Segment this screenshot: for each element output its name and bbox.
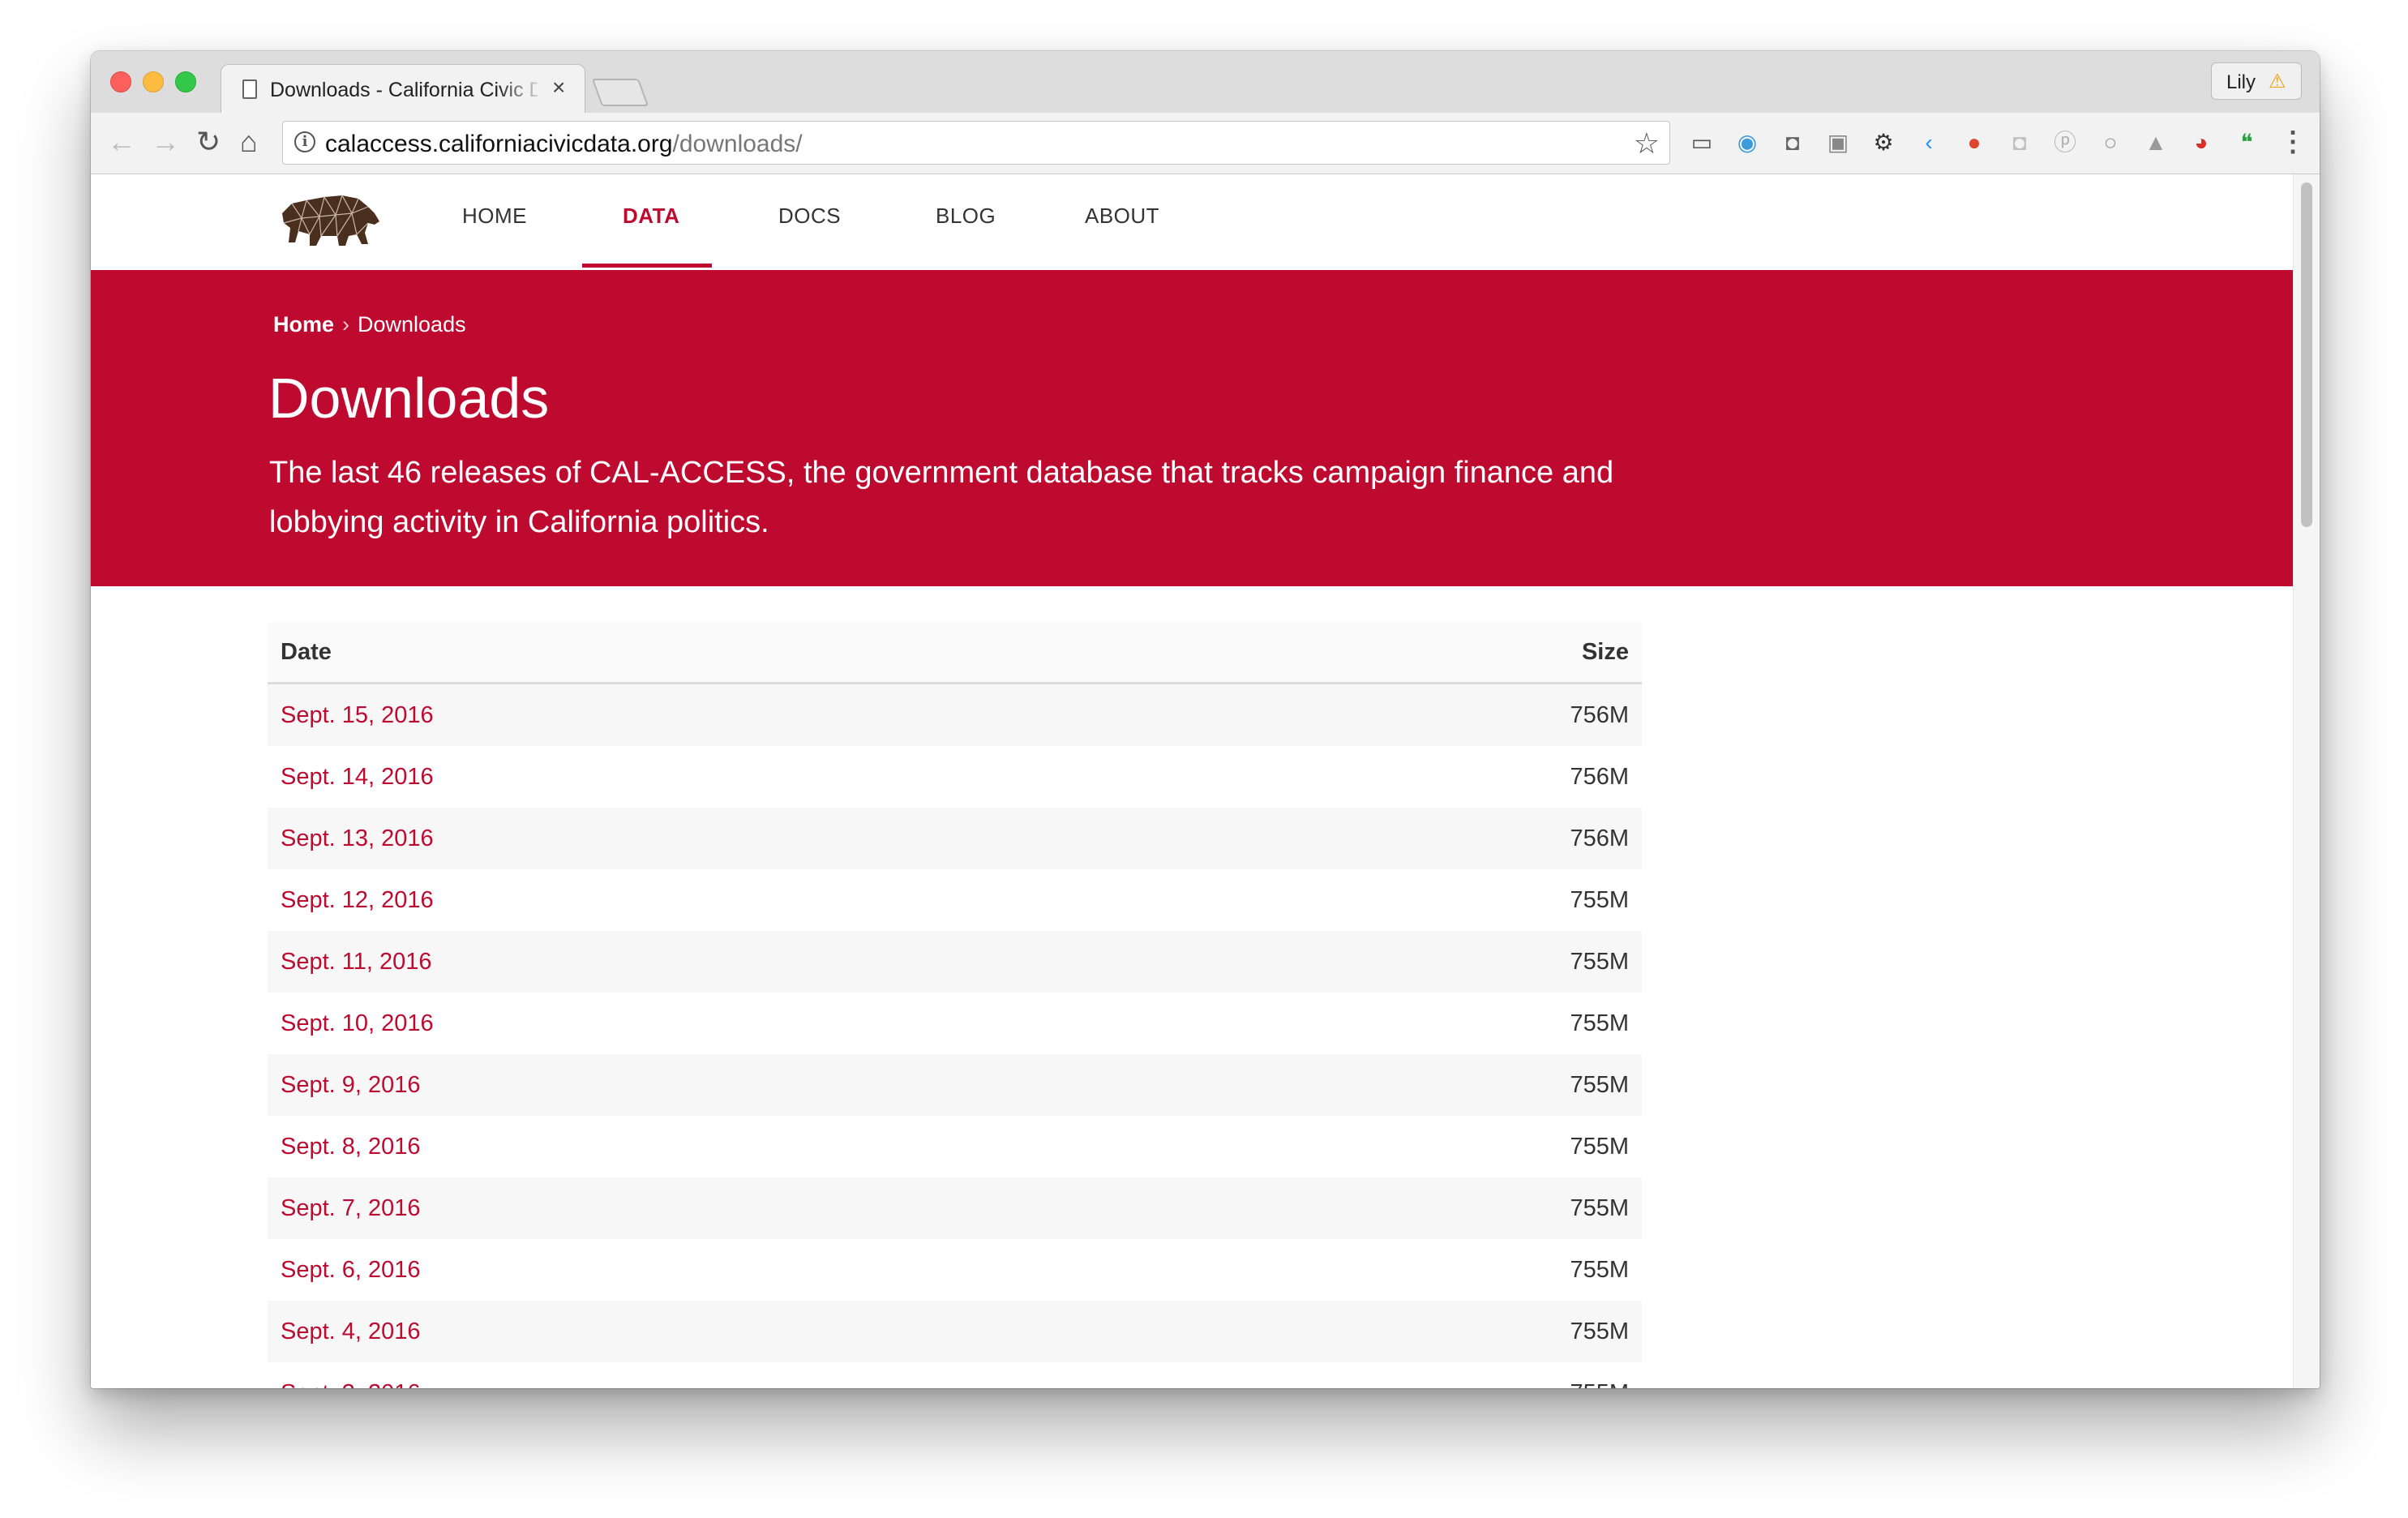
breadcrumb-home-link[interactable]: Home — [273, 312, 334, 337]
tab-title-fade — [497, 73, 546, 105]
nav-home-link[interactable]: HOME — [462, 204, 527, 229]
breadcrumb: Home › Downloads — [273, 312, 466, 337]
nav-docs-link[interactable]: DOCS — [778, 204, 841, 229]
menu-icon[interactable]: ⋮ — [2279, 126, 2307, 158]
new-tab-button[interactable] — [591, 79, 649, 106]
table-row: Sept. 13, 2016 756M — [268, 808, 1642, 869]
back-icon[interactable]: ← — [107, 124, 136, 160]
hangouts-icon[interactable]: ❝ — [2233, 129, 2260, 157]
breadcrumb-current: Downloads — [358, 312, 466, 337]
nav-about-link[interactable]: ABOUT — [1085, 204, 1159, 229]
forward-icon[interactable]: → — [151, 124, 180, 160]
download-date-link[interactable]: Sept. 7, 2016 — [268, 1177, 1201, 1239]
download-date-link[interactable]: Sept. 9, 2016 — [268, 1054, 1201, 1116]
gear-icon[interactable]: ⚙ — [1870, 129, 1897, 157]
download-date-link[interactable]: Sept. 11, 2016 — [268, 931, 1201, 993]
download-size: 755M — [1200, 1054, 1642, 1116]
size-column-header: Size — [1200, 622, 1642, 684]
active-nav-indicator — [582, 264, 712, 268]
download-size: 755M — [1200, 993, 1642, 1054]
download-size: 755M — [1200, 869, 1642, 931]
ring-icon[interactable]: ○ — [2097, 129, 2124, 157]
download-size: 755M — [1200, 1116, 1642, 1177]
table-row: Sept. 10, 2016 755M — [268, 993, 1642, 1054]
url-text[interactable]: calaccess.californiacivicdata.org/downlo… — [325, 131, 803, 158]
circle-extension-icon[interactable]: ◉ — [1733, 129, 1761, 157]
download-date-link[interactable]: Sept. 13, 2016 — [268, 808, 1201, 869]
download-size: 755M — [1200, 1301, 1642, 1362]
drive-icon[interactable]: ▲ — [2142, 129, 2170, 157]
chevron-left-icon[interactable]: ‹ — [1915, 129, 1943, 157]
page-icon — [242, 79, 257, 99]
window-maximize-button[interactable] — [175, 71, 196, 92]
table-body: Sept. 15, 2016 756M Sept. 14, 2016 756M Sept… — [268, 683, 1642, 1388]
table-row: Sept. 6, 2016 755M — [268, 1239, 1642, 1301]
profile-button[interactable]: Lily ⚠ — [2211, 62, 2302, 100]
camera-icon[interactable]: ◘ — [1779, 129, 1806, 157]
table-row: Sept. 3, 2016755M — [268, 1362, 1642, 1388]
title-bar: Downloads - California Civic Data × Lily… — [91, 51, 2320, 113]
window-close-button[interactable] — [110, 71, 131, 92]
dot-extension-icon[interactable]: ◕ — [2187, 129, 2215, 157]
download-size: 755M — [1200, 1177, 1642, 1239]
table-row: Sept. 8, 2016 755M — [268, 1116, 1642, 1177]
browser-toolbar: ← → ↻ ⌂ i calaccess.californiacivicdata.… — [91, 113, 2320, 174]
warning-icon: ⚠ — [2269, 71, 2286, 92]
download-date-link[interactable]: Sept. 4, 2016 — [268, 1301, 1201, 1362]
window-minimize-button[interactable] — [143, 71, 164, 92]
download-date-link[interactable]: Sept. 6, 2016 — [268, 1239, 1201, 1301]
nav-data-link[interactable]: DATA — [623, 204, 679, 229]
nav-blog-link[interactable]: BLOG — [936, 204, 996, 229]
address-bar[interactable]: i calaccess.californiacivicdata.org/down… — [282, 121, 1670, 165]
page-title: Downloads — [268, 367, 550, 430]
web-page: HOME DATA DOCS BLOG ABOUT Home › Downloads… — [91, 174, 2293, 1388]
browser-tab[interactable]: Downloads - California Civic Data × — [221, 64, 585, 113]
gray-extension-icon[interactable]: ▣ — [1824, 129, 1852, 157]
download-date-link[interactable]: Sept. 15, 2016 — [268, 683, 1201, 746]
date-column-header: Date — [268, 622, 1201, 684]
hero-banner: Home › Downloads Downloads The last 46 rel… — [91, 270, 2293, 586]
download-size: 755M — [1200, 1362, 1642, 1388]
profile-name: Lily — [2226, 71, 2256, 93]
cast-icon[interactable]: ▭ — [1688, 129, 1716, 157]
download-date-link[interactable]: Sept. 3, 2016 — [268, 1362, 1201, 1388]
p-circle-icon[interactable]: ⓟ — [2051, 129, 2079, 157]
download-size: 755M — [1200, 1239, 1642, 1301]
download-date-link[interactable]: Sept. 10, 2016 — [268, 993, 1201, 1054]
breadcrumb-separator: › — [342, 312, 350, 337]
table-row: Sept. 12, 2016 755M — [268, 869, 1642, 931]
page-scrollbar[interactable] — [2293, 174, 2320, 1388]
table-row: Sept. 4, 2016 755M — [268, 1301, 1642, 1362]
table-row: Sept. 15, 2016 756M — [268, 683, 1642, 746]
scrollbar-thumb[interactable] — [2301, 182, 2312, 527]
camera-light-icon[interactable]: ◘ — [2006, 129, 2033, 157]
url-path: /downloads/ — [672, 131, 803, 157]
downloads-table: Date Size Sept. 15, 2016 756M Sept. 14, 20… — [268, 622, 1642, 1388]
url-host: calaccess.californiacivicdata.org — [325, 131, 673, 157]
download-size: 756M — [1200, 808, 1642, 869]
table-row: Sept. 7, 2016 755M — [268, 1177, 1642, 1239]
download-size: 756M — [1200, 746, 1642, 808]
page-description: The last 46 releases of CAL-ACCESS, the … — [269, 456, 1614, 539]
site-header: HOME DATA DOCS BLOG ABOUT — [91, 174, 2293, 270]
table-row: Sept. 9, 2016 755M — [268, 1054, 1642, 1116]
table-row: Sept. 14, 2016 756M — [268, 746, 1642, 808]
download-date-link[interactable]: Sept. 8, 2016 — [268, 1116, 1201, 1177]
bookmark-star-icon[interactable]: ☆ — [1634, 126, 1660, 161]
download-date-link[interactable]: Sept. 12, 2016 — [268, 869, 1201, 931]
table-row: Sept. 11, 2016 755M — [268, 931, 1642, 993]
table-header-row: Date Size — [268, 622, 1642, 684]
download-size: 756M — [1200, 683, 1642, 746]
chrome-icon[interactable]: ● — [1960, 129, 1988, 157]
bear-logo-icon[interactable] — [277, 189, 384, 252]
tab-close-icon[interactable]: × — [552, 76, 565, 99]
home-icon[interactable]: ⌂ — [240, 124, 258, 160]
reload-icon[interactable]: ↻ — [196, 124, 221, 160]
browser-window: Downloads - California Civic Data × Lily… — [91, 51, 2320, 1388]
info-icon[interactable]: i — [294, 131, 315, 152]
download-size: 755M — [1200, 931, 1642, 993]
download-date-link[interactable]: Sept. 14, 2016 — [268, 746, 1201, 808]
